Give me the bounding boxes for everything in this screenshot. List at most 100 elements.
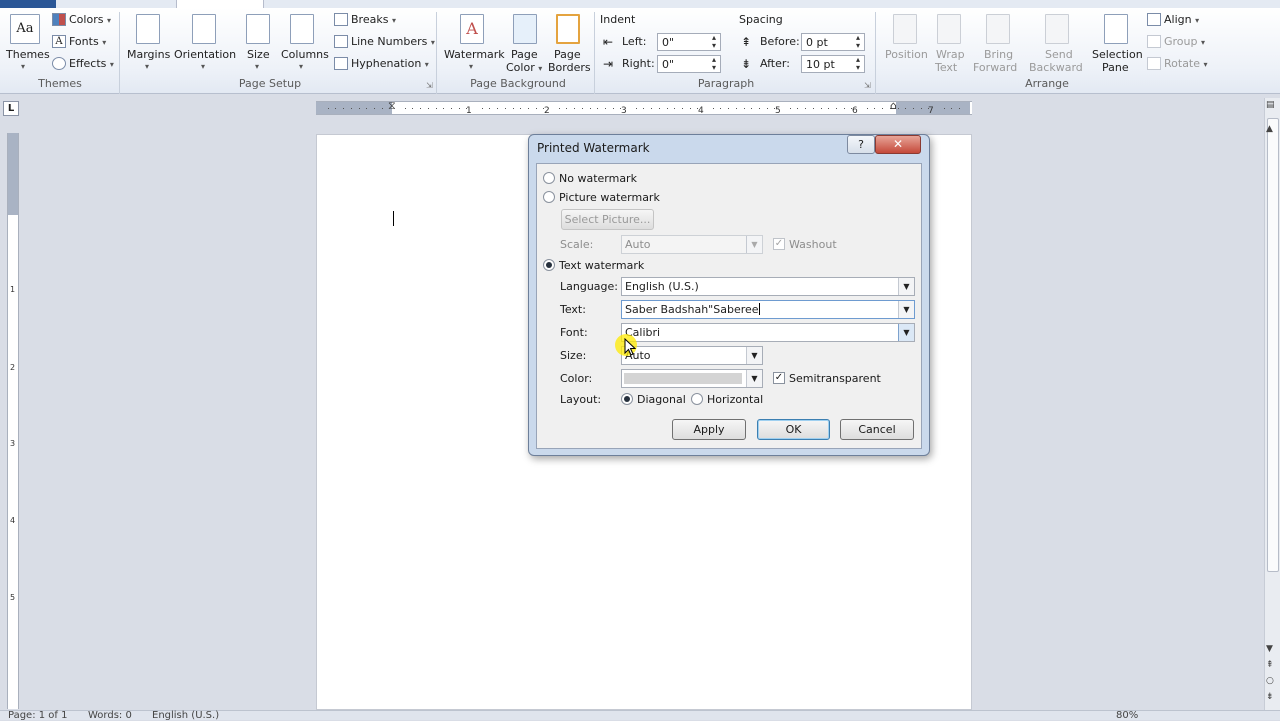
no-watermark-label[interactable]: No watermark — [559, 172, 637, 185]
effects-button[interactable]: Effects ▾ — [69, 57, 114, 70]
washout-checkbox[interactable]: ✓ — [773, 238, 785, 250]
view-ruler-icon[interactable]: ▤ — [1266, 100, 1275, 110]
send-backward-button-line1[interactable]: Send — [1045, 48, 1073, 61]
page-layout-tab[interactable] — [176, 0, 264, 8]
color-select[interactable]: ▼ — [621, 369, 763, 388]
breaks-button[interactable]: Breaks ▾ — [351, 13, 396, 26]
language-select[interactable]: English (U.S.) ▼ — [621, 277, 915, 296]
font-select[interactable]: Calibri ▼ — [621, 323, 915, 342]
ruler-mark — [812, 108, 814, 109]
text-caret — [758, 303, 760, 315]
color-label: Color: — [560, 372, 593, 385]
selection-pane-button-line1[interactable]: Selection — [1092, 48, 1143, 61]
vertical-scrollbar[interactable] — [1264, 98, 1280, 710]
previous-page-icon[interactable]: ⇞ — [1266, 660, 1274, 670]
line-numbers-icon — [334, 35, 348, 48]
diagonal-radio[interactable] — [621, 393, 633, 405]
rotate-button[interactable]: Rotate ▾ — [1164, 57, 1208, 70]
page-color-button-line1[interactable]: Page — [511, 48, 538, 61]
indent-marker-icon[interactable]: ⧖ — [388, 99, 396, 113]
bring-forward-button[interactable]: Forward — [973, 61, 1017, 74]
scroll-down-icon[interactable]: ▼ — [1266, 644, 1273, 654]
paragraph-launcher-icon[interactable]: ⇲ — [864, 81, 871, 90]
indent-left-label: Left: — [622, 35, 647, 48]
ruler-mark — [566, 108, 568, 109]
columns-button[interactable]: Columns — [281, 48, 329, 61]
semitransparent-label[interactable]: Semitransparent — [789, 372, 881, 385]
vertical-ruler[interactable]: 1 2 3 4 5 — [7, 133, 19, 709]
page-borders-button-line1[interactable]: Page — [554, 48, 581, 61]
ruler-tick-label: 4 — [698, 106, 704, 116]
position-button[interactable]: Position — [885, 48, 928, 61]
ruler-mark — [497, 108, 499, 109]
ruler-tick-label: 4 — [10, 516, 16, 525]
send-backward-button[interactable]: Backward — [1029, 61, 1083, 74]
close-icon[interactable]: ✕ — [875, 135, 921, 154]
scroll-up-icon[interactable]: ▲ — [1266, 124, 1273, 134]
picture-watermark-radio[interactable] — [543, 191, 555, 203]
scale-select[interactable]: Auto ▼ — [621, 235, 763, 254]
colors-button[interactable]: Colors ▾ — [69, 13, 111, 26]
ruler-mark — [905, 108, 907, 109]
orientation-icon — [192, 14, 216, 44]
no-watermark-radio[interactable] — [543, 172, 555, 184]
size-select[interactable]: Auto ▼ — [621, 346, 763, 365]
chevron-down-icon: ▾ — [145, 62, 150, 71]
margins-button[interactable]: Margins — [127, 48, 170, 61]
scrollbar-thumb[interactable] — [1267, 118, 1279, 572]
picture-watermark-label[interactable]: Picture watermark — [559, 191, 660, 204]
horizontal-radio[interactable] — [691, 393, 703, 405]
breaks-icon — [334, 13, 348, 26]
apply-button[interactable]: Apply — [672, 419, 746, 440]
indent-heading: Indent — [600, 13, 636, 26]
right-indent-marker-icon[interactable]: ⌂ — [890, 99, 897, 112]
group-button[interactable]: Group ▾ — [1164, 35, 1205, 48]
layout-label: Layout: — [560, 393, 602, 406]
help-icon[interactable]: ? — [847, 135, 875, 154]
line-numbers-button[interactable]: Line Numbers ▾ — [351, 35, 435, 48]
indent-left-input[interactable]: 0" — [657, 33, 721, 51]
hyphenation-button[interactable]: Hyphenation ▾ — [351, 57, 429, 70]
ruler-mark — [604, 108, 606, 109]
page-borders-button[interactable]: Borders — [548, 61, 591, 74]
dialog-title: Printed Watermark — [537, 141, 650, 155]
browse-object-icon[interactable]: ○ — [1266, 676, 1274, 686]
page-setup-launcher-icon[interactable]: ⇲ — [426, 81, 433, 90]
washout-label[interactable]: Washout — [789, 238, 837, 251]
semitransparent-checkbox[interactable]: ✓ — [773, 372, 785, 384]
next-page-icon[interactable]: ⇟ — [1266, 692, 1274, 702]
themes-button[interactable]: Themes — [6, 48, 50, 61]
effects-icon — [52, 57, 66, 70]
size-button[interactable]: Size — [247, 48, 270, 61]
themes-icon[interactable]: Aa — [10, 14, 40, 44]
text-watermark-radio[interactable] — [543, 259, 555, 271]
ok-button[interactable]: OK — [757, 419, 830, 440]
fonts-button[interactable]: Fonts ▾ — [69, 35, 106, 48]
spacing-before-input[interactable]: 0 pt — [801, 33, 865, 51]
wrap-text-button-line1[interactable]: Wrap — [936, 48, 965, 61]
ruler-mark — [350, 108, 352, 109]
orientation-button[interactable]: Orientation — [174, 48, 236, 61]
horizontal-label[interactable]: Horizontal — [707, 393, 763, 406]
bring-forward-button-line1[interactable]: Bring — [984, 48, 1013, 61]
tab-selector[interactable]: L — [3, 101, 19, 116]
page-color-button[interactable]: Color ▾ — [506, 61, 542, 74]
spacing-after-input[interactable]: 10 pt — [801, 55, 865, 73]
horizontal-ruler[interactable]: ⧖ 1 2 3 4 5 6 ⌂ 7 — [316, 99, 972, 116]
diagonal-label[interactable]: Diagonal — [637, 393, 686, 406]
selection-pane-button[interactable]: Pane — [1102, 61, 1129, 74]
watermark-button[interactable]: Watermark — [444, 48, 505, 61]
select-picture-button[interactable]: Select Picture... — [561, 209, 654, 230]
ruler-mark — [450, 108, 452, 109]
text-watermark-label[interactable]: Text watermark — [559, 259, 644, 272]
align-button[interactable]: Align ▾ — [1164, 13, 1199, 26]
indent-right-input[interactable]: 0" — [657, 55, 721, 73]
cancel-button[interactable]: Cancel — [840, 419, 914, 440]
ruler-tick-label: 5 — [10, 593, 16, 602]
ruler-mark — [512, 108, 514, 109]
ruler-mark — [589, 108, 591, 109]
ruler-mark — [720, 108, 722, 109]
wrap-text-button[interactable]: Text — [935, 61, 957, 74]
file-tab[interactable] — [0, 0, 56, 8]
watermark-text-input[interactable]: Saber Badshah"Saberee ▼ — [621, 300, 915, 319]
